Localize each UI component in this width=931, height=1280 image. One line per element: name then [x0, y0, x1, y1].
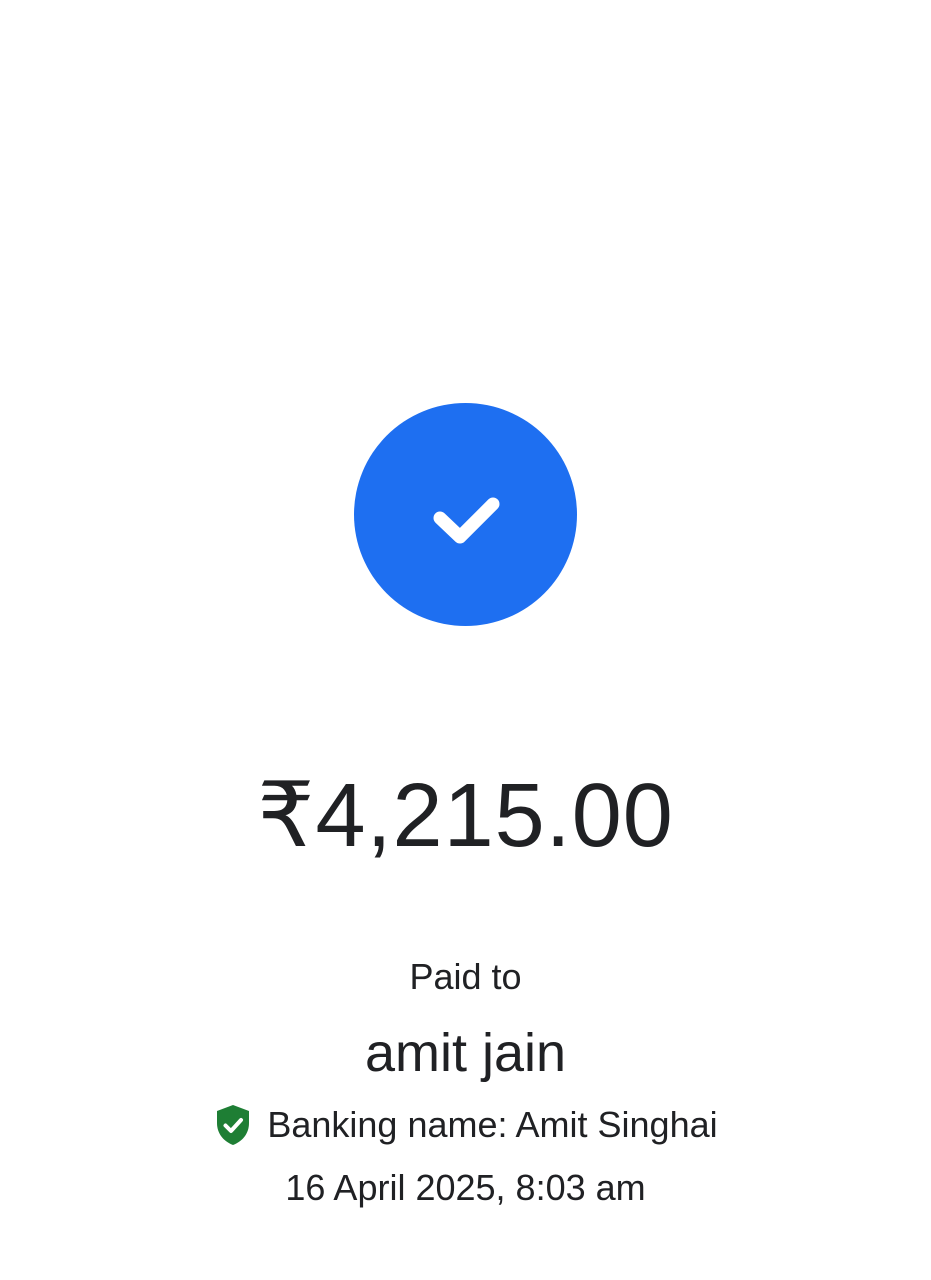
- banking-name-row: Banking name: Amit Singhai: [0, 1102, 931, 1148]
- payee-name: amit jain: [364, 1023, 567, 1083]
- paid-to-label: Paid to: [409, 956, 522, 997]
- check-icon: [433, 497, 499, 543]
- payment-timestamp: 16 April 2025, 8:03 am: [285, 1167, 646, 1208]
- verified-shield-icon: [217, 1105, 250, 1145]
- payment-amount: ₹4,215.00: [257, 766, 674, 866]
- banking-name-text: Banking name: Amit Singhai: [267, 1104, 718, 1145]
- payment-success-badge: [354, 403, 577, 626]
